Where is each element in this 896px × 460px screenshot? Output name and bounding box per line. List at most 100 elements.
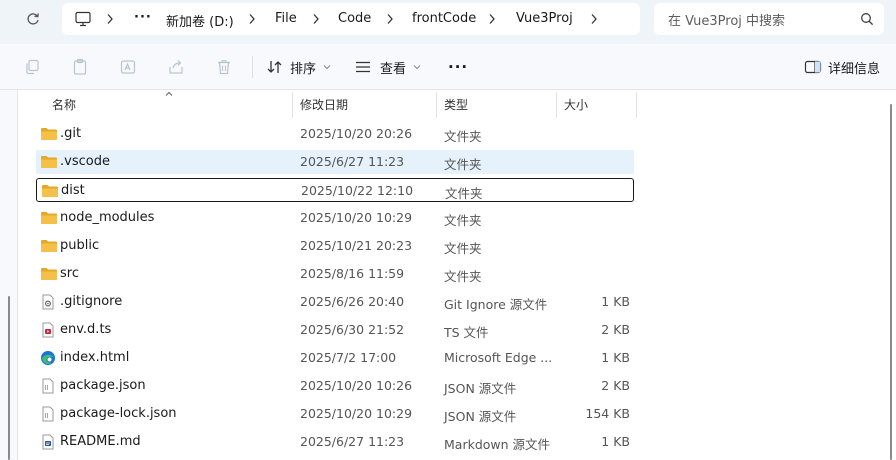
- file-date: 2025/10/20 20:26: [300, 126, 413, 141]
- vertical-scrollbar[interactable]: [886, 90, 896, 460]
- file-row[interactable]: README.md 2025/6/27 11:23 Markdown 源文件 1 KB: [36, 430, 634, 454]
- column-size[interactable]: 大小: [564, 96, 588, 113]
- file-size: 1 KB: [601, 350, 630, 365]
- address-box[interactable]: ··· 新加卷 (D:) File Code frontCode Vue3Pro…: [62, 3, 640, 35]
- file-date: 2025/6/30 21:52: [300, 322, 405, 337]
- file-name: env.d.ts: [60, 322, 112, 337]
- file-size: 1 KB: [601, 434, 630, 449]
- search-icon[interactable]: [860, 12, 874, 30]
- scrollbar-thumb[interactable]: [890, 104, 892, 460]
- breadcrumb-more[interactable]: ···: [134, 10, 152, 25]
- more-options-button[interactable]: ···: [448, 54, 468, 80]
- rename-icon[interactable]: [118, 57, 138, 77]
- refresh-button[interactable]: [20, 8, 46, 30]
- delete-icon[interactable]: [214, 57, 234, 77]
- file-row[interactable]: .git 2025/10/20 20:26 文件夹: [36, 122, 634, 146]
- file-type: 文件夹: [445, 186, 483, 201]
- folder-icon: [40, 210, 57, 226]
- document-file-icon: [40, 434, 56, 450]
- command-bar: 排序 查看 ··· 详细信息: [0, 44, 896, 90]
- share-icon[interactable]: [166, 57, 186, 77]
- file-row[interactable]: src 2025/8/16 11:59 文件夹: [36, 262, 634, 286]
- sort-label: 排序: [290, 61, 317, 77]
- folder-icon: [41, 183, 58, 199]
- copy-icon[interactable]: [22, 57, 42, 77]
- file-row[interactable]: package-lock.json 2025/10/20 10:29 JSON 源文…: [36, 402, 634, 426]
- chevron-right-icon[interactable]: [312, 13, 320, 25]
- column-date[interactable]: 修改日期: [300, 96, 348, 113]
- address-bar-row: ··· 新加卷 (D:) File Code frontCode Vue3Pro…: [0, 0, 896, 44]
- this-pc-icon[interactable]: [74, 11, 92, 31]
- view-button[interactable]: 查看: [354, 54, 422, 80]
- file-row[interactable]: public 2025/10/21 20:23 文件夹: [36, 234, 634, 258]
- file-name: package.json: [60, 378, 146, 393]
- breadcrumb-frontcode[interactable]: frontCode: [412, 11, 476, 26]
- file-name: src: [60, 266, 79, 281]
- file-name: public: [60, 238, 100, 253]
- column-header: 名称 修改日期 类型 大小: [30, 90, 640, 118]
- file-type: 文件夹: [444, 269, 482, 284]
- toolbar-divider: [252, 56, 253, 78]
- file-name: package-lock.json: [60, 406, 177, 421]
- file-date: 2025/10/21 20:23: [300, 238, 413, 253]
- text-file-icon: [40, 378, 56, 394]
- details-pane-button[interactable]: 详细信息: [804, 54, 880, 80]
- file-row[interactable]: .gitignore 2025/6/26 20:40 Git Ignore 源文件 1…: [36, 290, 634, 314]
- file-list-pane: 名称 修改日期 类型 大小 .git 2025/10/20 20:26 文件夹 .vs…: [0, 90, 896, 460]
- breadcrumb-vue3proj[interactable]: Vue3Proj: [516, 11, 573, 26]
- chevron-right-icon[interactable]: [488, 13, 496, 25]
- column-type[interactable]: 类型: [444, 96, 468, 113]
- file-name: README.md: [60, 434, 141, 449]
- file-type: 文件夹: [444, 129, 482, 144]
- file-type: TS 文件: [444, 325, 489, 340]
- file-date: 2025/10/22 12:10: [301, 183, 414, 198]
- file-row[interactable]: node_modules 2025/10/20 10:29 文件夹: [36, 206, 634, 230]
- chevron-right-icon[interactable]: [386, 13, 394, 25]
- chevron-down-icon: [413, 65, 421, 70]
- nav-scrollbar[interactable]: [8, 296, 10, 460]
- text-file-icon: [40, 406, 56, 422]
- gear-file-icon: [40, 294, 56, 310]
- sort-button[interactable]: 排序: [266, 54, 332, 80]
- column-name[interactable]: 名称: [52, 96, 76, 113]
- breadcrumb-file[interactable]: File: [275, 11, 297, 26]
- file-size: 154 KB: [585, 406, 630, 421]
- chevron-right-icon[interactable]: [106, 13, 114, 25]
- navigation-pane-edge: [0, 90, 18, 460]
- file-type: Markdown 源文件: [444, 437, 551, 452]
- file-date: 2025/6/27 11:23: [300, 434, 405, 449]
- chevron-right-icon[interactable]: [590, 13, 598, 25]
- file-type: Git Ignore 源文件: [444, 297, 548, 312]
- file-date: 2025/10/20 10:29: [300, 210, 413, 225]
- file-row[interactable]: dist 2025/10/22 12:10 文件夹: [36, 178, 634, 202]
- file-row[interactable]: .vscode 2025/6/27 11:23 文件夹: [36, 150, 634, 174]
- file-row[interactable]: package.json 2025/10/20 10:26 JSON 源文件 2 KB: [36, 374, 634, 398]
- column-divider[interactable]: [556, 92, 557, 118]
- file-name: dist: [61, 183, 85, 198]
- breadcrumb-drive[interactable]: 新加卷 (D:): [166, 11, 234, 30]
- file-name: .git: [60, 126, 82, 141]
- view-label: 查看: [380, 61, 407, 77]
- file-type: Microsoft Edge ...: [444, 350, 553, 365]
- file-date: 2025/6/26 20:40: [300, 294, 405, 309]
- sort-icon: [267, 61, 282, 73]
- file-date: 2025/6/27 11:23: [300, 154, 405, 169]
- refresh-icon: [27, 13, 39, 25]
- file-name: .vscode: [60, 154, 110, 169]
- column-divider[interactable]: [292, 92, 293, 118]
- details-pane-icon: [804, 60, 822, 74]
- file-type: 文件夹: [444, 213, 482, 228]
- file-row[interactable]: env.d.ts 2025/6/30 21:52 TS 文件 2 KB: [36, 318, 634, 342]
- paste-icon[interactable]: [70, 57, 90, 77]
- breadcrumb-code[interactable]: Code: [338, 11, 371, 26]
- file-row[interactable]: index.html 2025/7/2 17:00 Microsoft Edge .…: [36, 346, 634, 370]
- chevron-right-icon[interactable]: [248, 13, 256, 25]
- file-name: index.html: [60, 350, 130, 365]
- column-divider[interactable]: [436, 92, 437, 118]
- folder-icon: [40, 126, 57, 142]
- file-name: .gitignore: [60, 294, 123, 309]
- file-size: 2 KB: [601, 322, 630, 337]
- search-input[interactable]: 在 Vue3Proj 中搜索: [654, 3, 884, 35]
- column-divider[interactable]: [636, 92, 637, 118]
- folder-icon: [40, 266, 57, 282]
